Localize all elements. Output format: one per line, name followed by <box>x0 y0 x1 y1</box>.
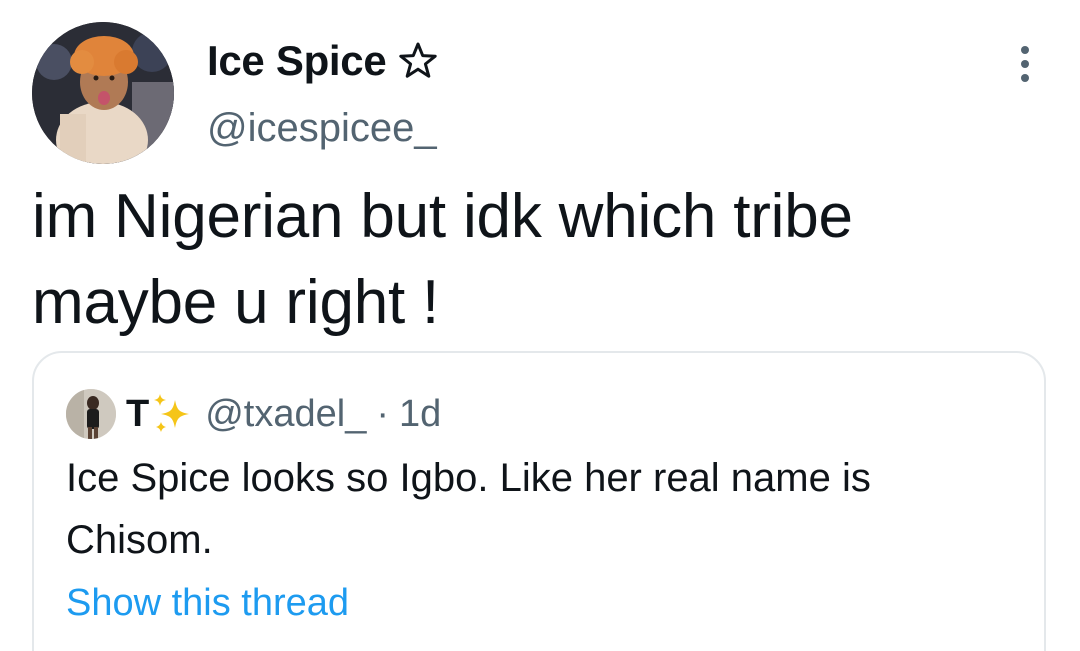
quoted-author-avatar[interactable] <box>66 389 116 439</box>
author-name-row: Ice Spice <box>207 36 438 86</box>
quoted-tweet-timestamp[interactable]: 1d <box>399 391 441 437</box>
quoted-tweet-card[interactable]: T @txadel_ · 1d Ice Spice looks so Igbo.… <box>32 351 1046 651</box>
quoted-profile-photo-icon <box>66 389 116 439</box>
quoted-tweet-header: T @txadel_ · 1d <box>66 387 441 441</box>
author-avatar[interactable] <box>32 22 174 164</box>
show-thread-link[interactable]: Show this thread <box>66 579 349 627</box>
tweet-text-line: maybe u right ! <box>32 268 440 337</box>
tweet-text: im Nigerian but idk which tribe maybe u … <box>32 174 1042 346</box>
quoted-tweet-text-line: Ice Spice looks so Igbo. Like her real n… <box>66 456 871 500</box>
quoted-author-display-name[interactable]: T <box>126 391 149 437</box>
sparkles-icon <box>151 392 191 436</box>
quoted-tweet-text: Ice Spice looks so Igbo. Like her real n… <box>66 447 1026 571</box>
more-vertical-icon[interactable] <box>1012 44 1038 84</box>
author-display-name[interactable]: Ice Spice <box>207 36 387 86</box>
tweet: Ice Spice @icespicee_ im Nigerian but id… <box>0 0 1080 651</box>
author-handle[interactable]: @icespicee_ <box>207 104 437 152</box>
meta-separator: · <box>376 393 389 435</box>
quoted-tweet-text-line: Chisom. <box>66 518 213 562</box>
tweet-text-line: im Nigerian but idk which tribe <box>32 182 853 251</box>
star-icon <box>398 41 438 81</box>
quoted-author-handle[interactable]: @txadel_ <box>205 391 366 437</box>
profile-photo-icon <box>32 22 174 164</box>
